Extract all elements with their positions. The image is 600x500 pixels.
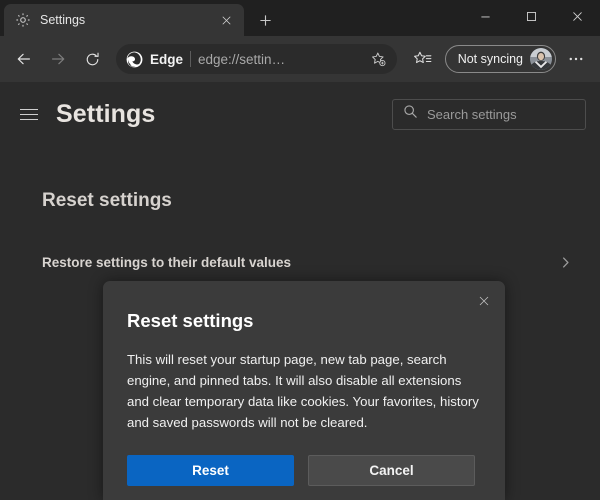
browser-tab-settings[interactable]: Settings (4, 4, 244, 36)
reset-button[interactable]: Reset (127, 455, 294, 486)
forward-arrow-icon[interactable] (42, 43, 74, 75)
search-icon (403, 104, 418, 124)
hamburger-menu-icon[interactable] (12, 97, 46, 131)
dialog-close-icon[interactable] (473, 290, 495, 312)
title-bar: Settings (0, 0, 600, 36)
settings-page-header: Settings Search settings (0, 82, 600, 146)
edge-browser-window: Settings Edge edge://settin… Not syncing… (0, 0, 600, 500)
maximize-icon[interactable] (508, 0, 554, 32)
close-window-icon[interactable] (554, 0, 600, 32)
avatar (530, 48, 552, 70)
gear-icon (15, 12, 31, 28)
url-text[interactable]: edge://settin… (198, 52, 360, 67)
tab-title: Settings (40, 13, 86, 27)
search-placeholder: Search settings (427, 106, 517, 122)
edge-logo-icon (126, 51, 143, 68)
omnibox-divider (190, 51, 192, 67)
chevron-right-icon[interactable] (556, 253, 574, 271)
search-settings-input[interactable]: Search settings (392, 98, 586, 130)
favorites-icon[interactable] (407, 43, 439, 75)
back-arrow-icon[interactable] (8, 43, 40, 75)
browser-toolbar: Edge edge://settin… Not syncing (0, 36, 600, 82)
profile-status-label: Not syncing (457, 52, 523, 66)
refresh-icon[interactable] (76, 43, 108, 75)
page-title: Settings (56, 99, 156, 128)
profile-sync-button[interactable]: Not syncing (444, 45, 556, 73)
setting-row-restore-defaults[interactable]: Restore settings to their default values (42, 244, 586, 280)
window-controls (462, 0, 600, 32)
cancel-button[interactable]: Cancel (308, 455, 475, 486)
more-options-icon[interactable] (560, 43, 592, 75)
omnibox-brand-label: Edge (150, 51, 184, 67)
dialog-body-text: This will reset your startup page, new t… (127, 352, 479, 430)
close-icon[interactable] (216, 10, 236, 30)
reset-settings-dialog: Reset settings This will reset your star… (103, 281, 505, 500)
setting-row-label: Restore settings to their default values (42, 254, 292, 270)
dialog-actions: Reset Cancel (127, 455, 475, 486)
dialog-title: Reset settings (127, 310, 254, 331)
add-favorite-star-icon[interactable] (367, 47, 391, 71)
new-tab-button[interactable] (250, 5, 280, 35)
section-title: Reset settings (42, 190, 172, 211)
minimize-icon[interactable] (462, 0, 508, 32)
address-bar[interactable]: Edge edge://settin… (116, 44, 397, 74)
